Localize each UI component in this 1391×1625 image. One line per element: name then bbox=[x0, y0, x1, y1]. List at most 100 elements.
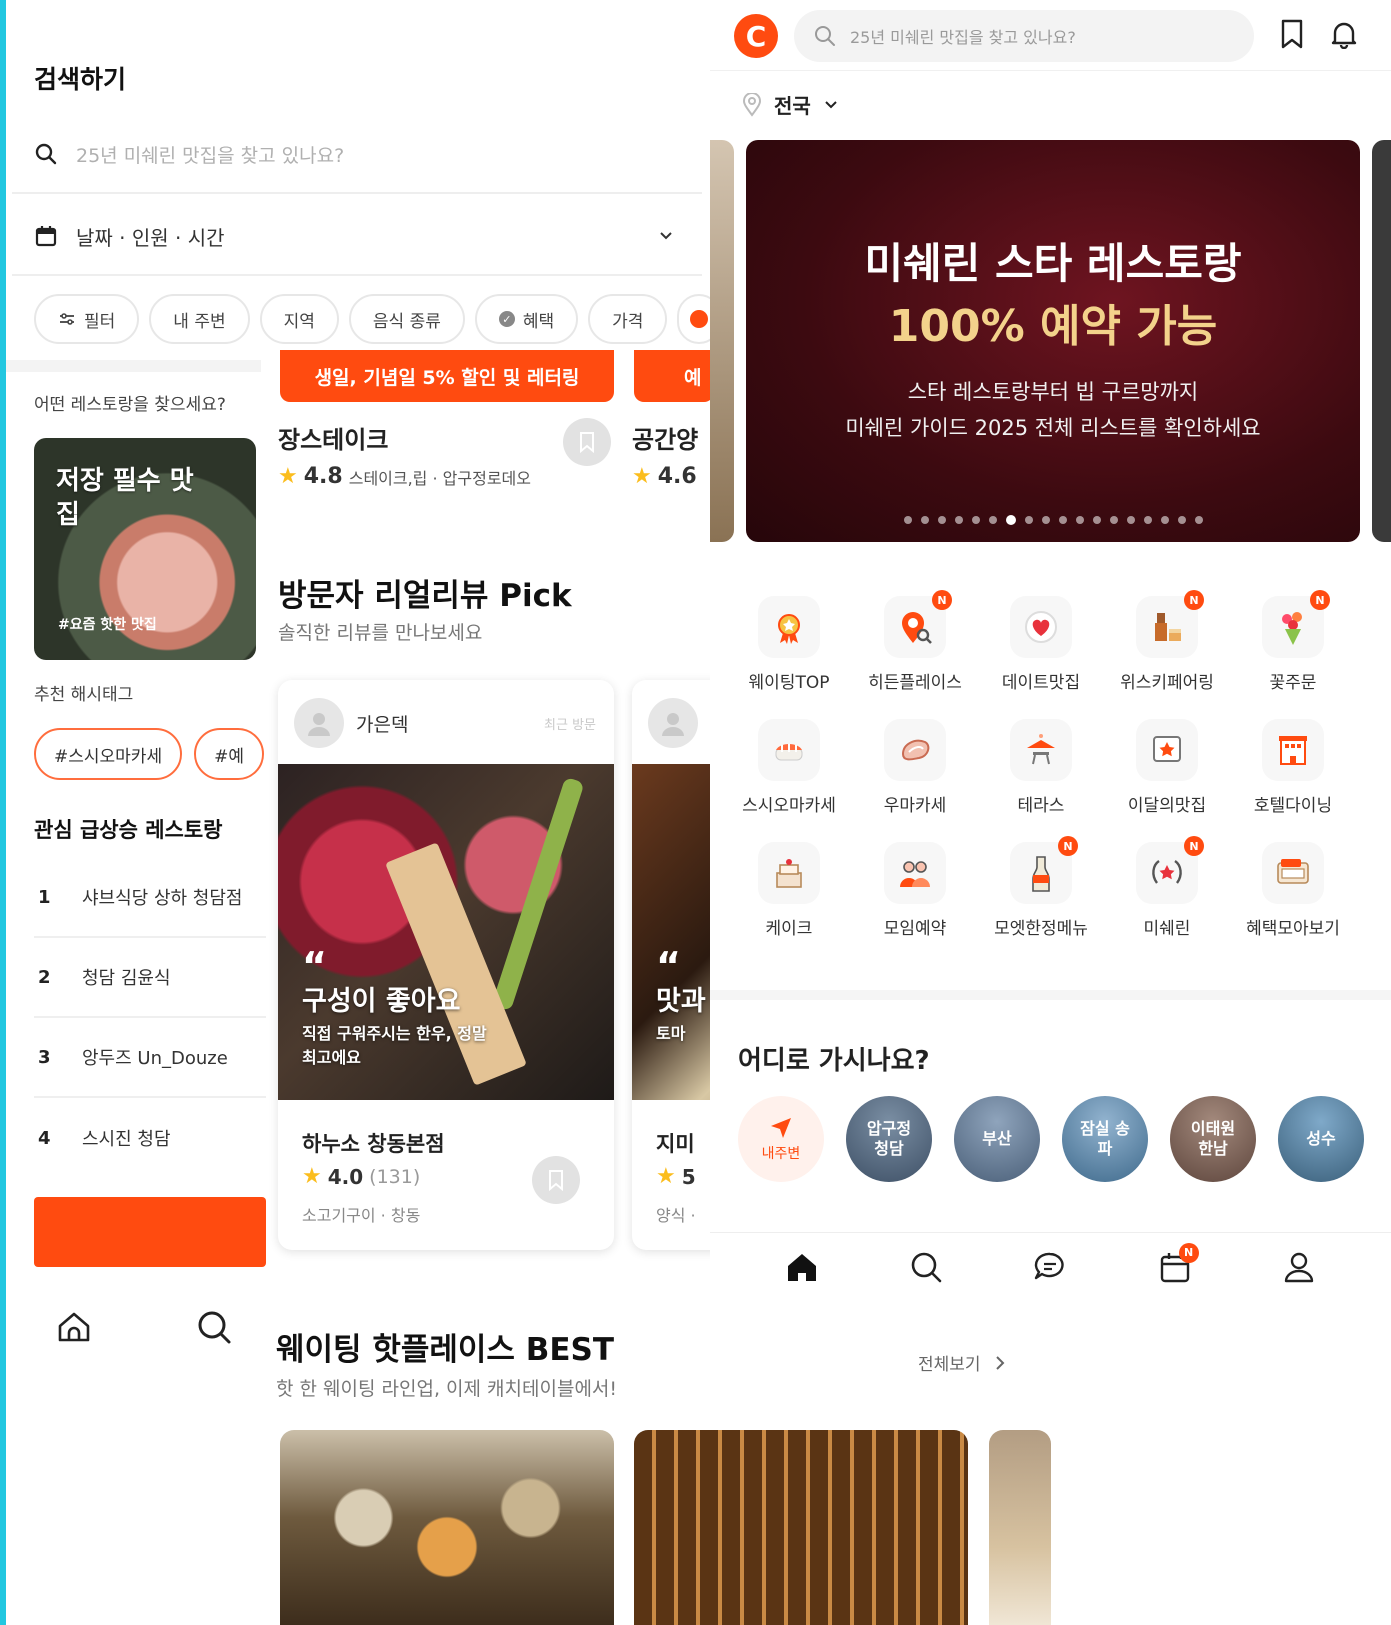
review-photo: “ 구성이 좋아요 직접 구워주시는 한우, 정말 최고에요 bbox=[278, 764, 614, 1100]
see-all-link[interactable]: 전체보기 bbox=[918, 1350, 1005, 1375]
category-item[interactable]: 이달의맛집 bbox=[1104, 719, 1230, 816]
region-chip[interactable]: 지역 bbox=[259, 294, 339, 344]
review-headline: 맛과 bbox=[656, 986, 706, 1017]
restaurant-thumbnail[interactable] bbox=[634, 1430, 968, 1625]
category-item[interactable]: 우마카세 bbox=[852, 719, 978, 816]
restaurant-thumbnail[interactable] bbox=[280, 1430, 614, 1625]
region-itaewon[interactable]: 이태원 한남 bbox=[1170, 1096, 1256, 1182]
avatar bbox=[648, 698, 698, 748]
search-submit-button[interactable] bbox=[34, 1197, 266, 1267]
cuisine-chip[interactable]: 음식 종류 bbox=[348, 294, 465, 344]
feature-card[interactable]: 저장 필수 맛집 #요즘 핫한 맛집 bbox=[34, 438, 256, 660]
chevron-down-icon bbox=[825, 100, 837, 108]
restaurant-name[interactable]: 장스테이크 bbox=[278, 420, 388, 455]
category-item[interactable]: 혜택모아보기 bbox=[1230, 842, 1356, 939]
carousel-dot[interactable] bbox=[1058, 516, 1067, 524]
list-item[interactable]: 3 앙두즈 Un_Douze bbox=[34, 1018, 266, 1098]
list-item[interactable]: 4 스시진 청담 bbox=[34, 1098, 266, 1178]
bookmark-button[interactable] bbox=[1276, 18, 1308, 50]
carousel-dot[interactable] bbox=[920, 516, 929, 524]
search-icon[interactable] bbox=[194, 1307, 234, 1347]
category-item[interactable]: 스시오마카세 bbox=[726, 719, 852, 816]
category-item[interactable]: N 모엣한정메뉴 bbox=[978, 836, 1104, 939]
region-seongsu[interactable]: 성수 bbox=[1278, 1096, 1364, 1182]
nav-chat[interactable] bbox=[1028, 1245, 1072, 1289]
nearby-chip[interactable]: 내 주변 bbox=[149, 294, 250, 344]
carousel-dot[interactable] bbox=[971, 516, 980, 524]
hashtag-chip[interactable]: #예 bbox=[194, 728, 264, 780]
section-title: 관심 급상승 레스토랑 bbox=[34, 818, 223, 842]
category-item[interactable]: 호텔다이닝 bbox=[1230, 719, 1356, 816]
filter-chip[interactable]: 필터 bbox=[34, 294, 140, 344]
catchtable-chip[interactable] bbox=[677, 294, 714, 344]
review-card[interactable]: 가은덱 최근 방문 “ 구성이 좋아요 직접 구워주시는 한우, 정말 최고에요… bbox=[278, 680, 614, 1250]
bookmark-button[interactable] bbox=[532, 1156, 580, 1204]
hero-banner[interactable]: 미쉐린 스타 레스토랑 100% 예약 가능 스타 레스토랑부터 빕 구르망까지… bbox=[746, 140, 1360, 542]
carousel-dot[interactable] bbox=[1005, 515, 1016, 525]
list-item[interactable]: 1 샤브식당 상하 청담점 bbox=[34, 858, 266, 938]
review-time: 최근 방문 bbox=[544, 718, 596, 733]
restaurant-thumbnail[interactable] bbox=[989, 1430, 1051, 1625]
carousel-dot[interactable] bbox=[1041, 516, 1050, 524]
region-jamsil[interactable]: 잠실 송파 bbox=[1062, 1096, 1148, 1182]
star-icon: ★ bbox=[302, 1164, 322, 1189]
carousel-dot[interactable] bbox=[903, 516, 912, 524]
restaurant-meta: ★ 4.6 bbox=[632, 464, 697, 489]
notification-button[interactable] bbox=[1328, 18, 1360, 50]
region-busan[interactable]: 부산 bbox=[954, 1096, 1040, 1182]
carousel-dot[interactable] bbox=[1160, 516, 1169, 524]
date-selector-label: 날짜 · 인원 · 시간 bbox=[76, 225, 225, 250]
carousel-dot[interactable] bbox=[937, 516, 946, 524]
nav-reservations[interactable]: N bbox=[1153, 1242, 1199, 1289]
search-input[interactable]: 25년 미쉐린 맛집을 찾고 있나요? bbox=[34, 136, 684, 172]
price-chip[interactable]: 가격 bbox=[588, 294, 668, 344]
home-icon[interactable] bbox=[54, 1307, 94, 1347]
category-item[interactable]: N 위스키페어링 bbox=[1104, 590, 1230, 693]
category-item[interactable]: N 미쉐린 bbox=[1104, 836, 1230, 939]
carousel-dot[interactable] bbox=[1024, 516, 1033, 524]
carousel-dot[interactable] bbox=[988, 516, 997, 524]
nav-home[interactable] bbox=[780, 1245, 824, 1289]
category-item[interactable]: 케이크 bbox=[726, 842, 852, 939]
category-item[interactable]: 테라스 bbox=[978, 719, 1104, 816]
category-item[interactable]: N 꽃주문 bbox=[1230, 590, 1356, 693]
promo-banner[interactable]: 예 bbox=[634, 350, 710, 402]
review-card[interactable]: “ 맛과 토마 지미 ★ 5 양식 · bbox=[632, 680, 710, 1250]
region-label: 잠실 송파 bbox=[1080, 1119, 1130, 1158]
hashtag-chip[interactable]: #스시오마카세 bbox=[34, 728, 183, 780]
category-item[interactable]: 모임예약 bbox=[852, 842, 978, 939]
home-icon bbox=[788, 1253, 817, 1281]
carousel-dot[interactable] bbox=[1177, 516, 1186, 524]
carousel-dot[interactable] bbox=[1143, 516, 1152, 524]
category-item[interactable]: 데이트맛집 bbox=[978, 596, 1104, 693]
new-badge: N bbox=[1058, 836, 1078, 856]
hero-title: 미쉐린 스타 레스토랑 bbox=[864, 239, 1242, 288]
carousel-dot[interactable] bbox=[1194, 516, 1203, 524]
benefit-chip[interactable]: ✓ 혜택 bbox=[474, 294, 579, 344]
carousel-dot[interactable] bbox=[1075, 516, 1084, 524]
carousel-dot[interactable] bbox=[1126, 516, 1135, 524]
region-nearby[interactable]: 내주변 bbox=[738, 1096, 824, 1182]
category-item[interactable]: 웨이팅TOP bbox=[726, 596, 852, 693]
promo-banner[interactable]: 생일, 기념일 5% 할인 및 레터링 bbox=[280, 350, 614, 402]
category-item[interactable]: N 히든플레이스 bbox=[852, 590, 978, 693]
terrace-table-icon bbox=[1010, 719, 1072, 781]
star-icon: ★ bbox=[656, 1164, 676, 1189]
nav-search[interactable] bbox=[904, 1245, 948, 1289]
nav-profile[interactable] bbox=[1277, 1245, 1321, 1289]
catchtable-logo[interactable]: C bbox=[734, 14, 778, 58]
new-badge: N bbox=[1184, 590, 1204, 610]
list-item[interactable]: 2 청담 김윤식 bbox=[34, 938, 266, 1018]
restaurant-name[interactable]: 공간양 bbox=[632, 420, 698, 455]
region-apgujeong[interactable]: 압구정 청담 bbox=[846, 1096, 932, 1182]
carousel-dot[interactable] bbox=[954, 516, 963, 524]
sliders-icon bbox=[60, 313, 74, 325]
search-input[interactable]: 25년 미쉐린 맛집을 찾고 있나요? bbox=[794, 10, 1254, 62]
date-selector[interactable]: 날짜 · 인원 · 시간 bbox=[34, 218, 684, 254]
location-selector[interactable]: 전국 bbox=[742, 90, 839, 119]
carousel-dot[interactable] bbox=[1092, 516, 1101, 524]
carousel-dot[interactable] bbox=[1109, 516, 1118, 524]
steak-icon bbox=[884, 719, 946, 781]
laurel-icon: N bbox=[1136, 836, 1204, 904]
bookmark-button[interactable] bbox=[563, 418, 611, 466]
